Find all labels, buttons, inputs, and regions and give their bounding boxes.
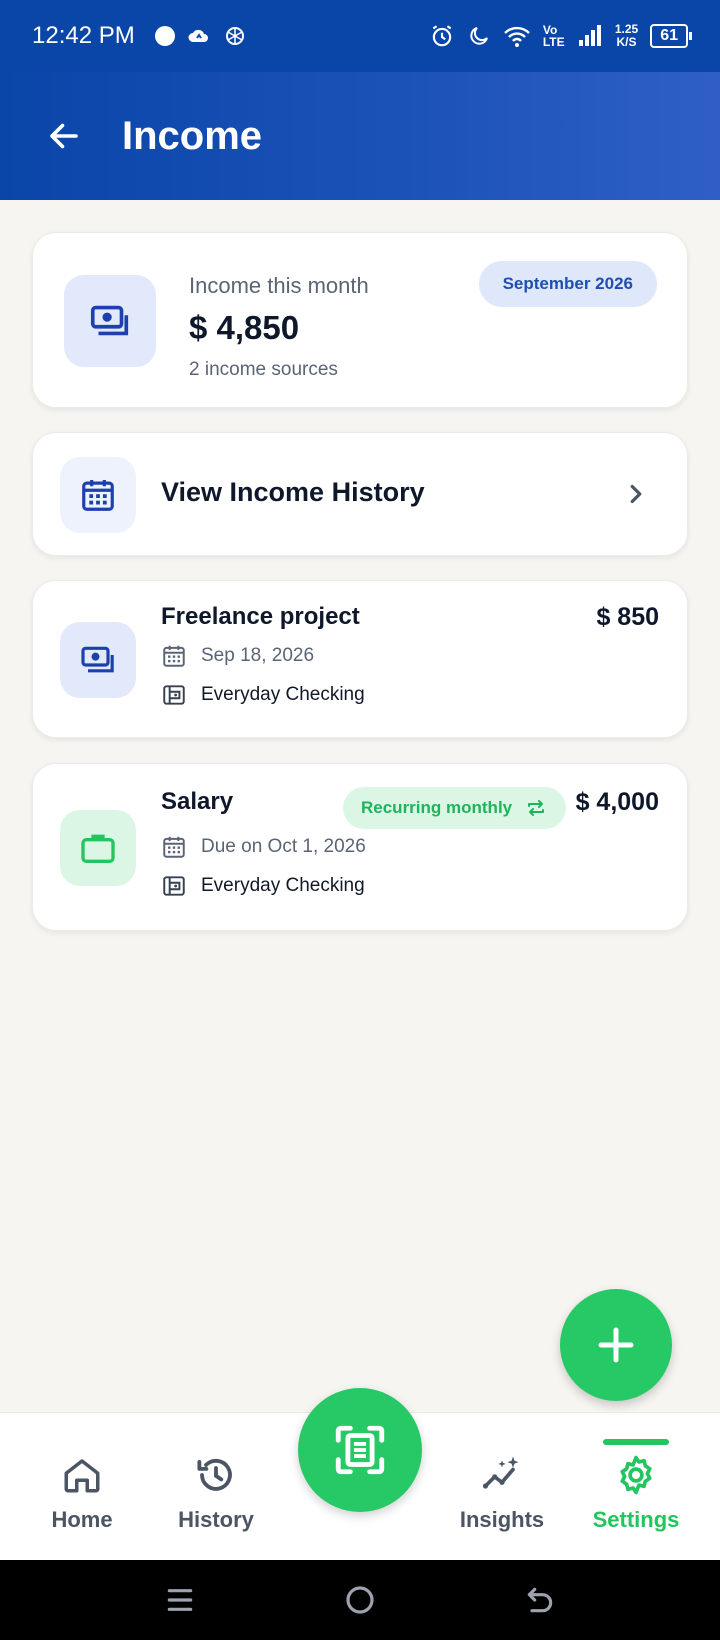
transaction-icon-tile (60, 810, 136, 886)
transaction-icon-tile (60, 622, 136, 698)
chevron-right-icon (630, 484, 642, 504)
plus-icon (598, 1327, 634, 1363)
active-tab-indicator (603, 1439, 669, 1445)
circle-home-icon (346, 1586, 374, 1614)
moon-icon (470, 27, 488, 45)
wallet-icon (163, 876, 185, 896)
calendar-icon (82, 479, 114, 511)
transaction-account: Everyday Checking (201, 875, 365, 896)
month-badge[interactable]: September 2026 (478, 261, 657, 307)
insights-icon (480, 1453, 524, 1497)
income-summary-card: Income this month $ 4,850 2 income sourc… (32, 232, 688, 408)
summary-label: Income this month (189, 273, 369, 298)
notification-dot-icon (154, 26, 175, 46)
transaction-date: Due on Oct 1, 2026 (201, 836, 366, 857)
scan-receipt-button[interactable] (298, 1388, 422, 1512)
calendar-icon (163, 645, 185, 667)
openai-icon (225, 27, 244, 45)
status-left: 12:42 PM (32, 22, 247, 50)
wifi-icon (503, 26, 530, 47)
nav-label-history: History (178, 1507, 254, 1532)
system-home-button[interactable] (338, 1578, 382, 1622)
nav-item-insights[interactable]: Insights (432, 1413, 572, 1561)
back-button[interactable] (44, 116, 84, 156)
home-icon (60, 1453, 104, 1497)
transaction-date-row: Due on Oct 1, 2026 (161, 834, 366, 860)
transaction-card-freelance[interactable]: Freelance project $ 850 Sep 18, 2026 Eve… (32, 580, 688, 738)
transaction-title: Salary (161, 788, 234, 815)
transaction-amount: $ 4,000 (575, 788, 659, 816)
transaction-amount: $ 850 (596, 603, 659, 631)
summary-amount: $ 4,850 (189, 309, 300, 346)
signal-icon (578, 25, 601, 46)
back-icon (527, 1587, 553, 1613)
history-icon-tile (60, 457, 136, 533)
calendar-icon (163, 836, 185, 858)
alarm-icon (432, 25, 452, 47)
system-back-button[interactable] (518, 1578, 562, 1622)
add-income-button[interactable] (560, 1289, 672, 1401)
briefcase-icon (81, 834, 115, 863)
page-title: Income (122, 113, 263, 158)
nav-label-settings: Settings (592, 1507, 680, 1532)
recurring-label: Recurring monthly (361, 798, 513, 817)
network-speed-unit: K/S (616, 35, 637, 49)
transaction-title: Freelance project (161, 603, 360, 630)
menu-icon (167, 1589, 193, 1611)
network-speed: 1.25 K/S (615, 23, 638, 49)
view-history-label: View Income History (161, 477, 425, 507)
history-icon (194, 1453, 238, 1497)
transaction-date-row: Sep 18, 2026 (161, 643, 314, 669)
nav-label-insights: Insights (459, 1507, 545, 1532)
view-income-history-button[interactable]: View Income History (32, 432, 688, 556)
nav-label-home: Home (51, 1507, 113, 1532)
gear-icon (614, 1453, 658, 1497)
battery-indicator: 61 (650, 24, 692, 48)
status-bar: 12:42 PM Vo LTE 1.25 K/S 61 (0, 0, 720, 72)
app-header: Income (0, 72, 720, 200)
wallet-icon (163, 685, 185, 705)
transaction-account-row: Everyday Checking (161, 873, 365, 899)
transaction-card-salary[interactable]: Salary Recurring monthly $ 4,000 Due on … (32, 763, 688, 931)
arrow-left-icon (50, 123, 78, 149)
scan-receipt-icon (335, 1425, 385, 1475)
cloud-sync-icon (188, 29, 208, 42)
income-sources-count: 2 income sources (189, 359, 338, 380)
system-navigation-bar (0, 1560, 720, 1640)
recurring-badge: Recurring monthly (343, 787, 567, 829)
status-right: Vo LTE 1.25 K/S 61 (429, 23, 692, 49)
transaction-account-row: Everyday Checking (161, 682, 365, 708)
status-time: 12:42 PM (32, 22, 135, 49)
nav-item-home[interactable]: Home (12, 1413, 152, 1561)
money-icon (81, 646, 114, 673)
income-screen: 12:42 PM Vo LTE 1.25 K/S 61 Income Incom… (0, 0, 720, 1640)
nav-item-settings[interactable]: Settings (566, 1413, 706, 1561)
network-label: Vo LTE (542, 23, 565, 49)
transaction-account: Everyday Checking (201, 684, 365, 705)
money-icon (90, 305, 129, 336)
system-menu-button[interactable] (158, 1578, 202, 1622)
summary-icon-tile (64, 275, 156, 367)
transaction-date: Sep 18, 2026 (201, 645, 315, 666)
nav-item-history[interactable]: History (146, 1413, 286, 1561)
repeat-icon (528, 800, 545, 816)
